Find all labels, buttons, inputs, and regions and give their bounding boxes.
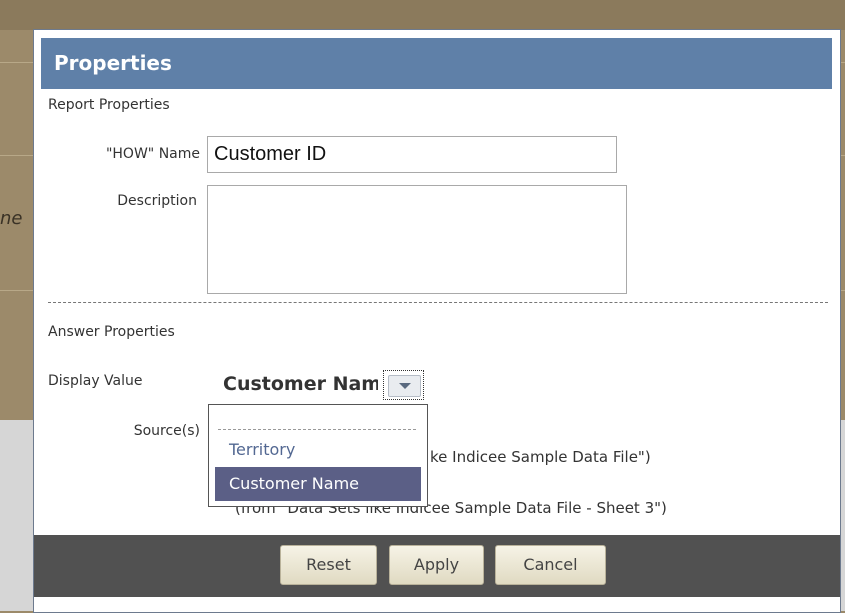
report-properties-heading: Report Properties: [48, 97, 170, 113]
section-divider: [48, 302, 828, 303]
display-value-label: Display Value: [48, 373, 143, 389]
dropdown-option-territory[interactable]: Territory: [215, 433, 421, 467]
background-header: [0, 0, 845, 30]
chevron-down-icon: [399, 383, 411, 389]
display-value-selected: Customer Name: [223, 373, 378, 395]
how-name-input[interactable]: Customer ID: [207, 136, 617, 173]
dialog-title: Properties: [41, 38, 832, 89]
display-value-select[interactable]: Customer Name: [209, 367, 427, 403]
sources-label: Source(s): [133, 423, 200, 439]
how-name-label: "HOW" Name: [105, 146, 200, 162]
cancel-button[interactable]: Cancel: [495, 545, 606, 585]
reset-button[interactable]: Reset: [280, 545, 377, 585]
dialog-footer: Reset Apply Cancel: [34, 535, 840, 597]
answer-properties-heading: Answer Properties: [48, 324, 175, 340]
description-label: Description: [117, 193, 197, 209]
display-value-dropdown: Territory Customer Name: [208, 404, 428, 507]
dropdown-button-face: [388, 375, 421, 397]
background-text-fragment: ne: [0, 208, 23, 229]
dropdown-separator: [218, 429, 416, 430]
properties-dialog: Properties Report Properties "HOW" Name …: [33, 29, 841, 613]
description-textarea[interactable]: [207, 185, 627, 294]
apply-button[interactable]: Apply: [389, 545, 484, 585]
dropdown-option-customer-name[interactable]: Customer Name: [215, 467, 421, 501]
dropdown-toggle-button[interactable]: [383, 370, 424, 400]
source-line: ke Indicee Sample Data File"): [430, 448, 651, 466]
